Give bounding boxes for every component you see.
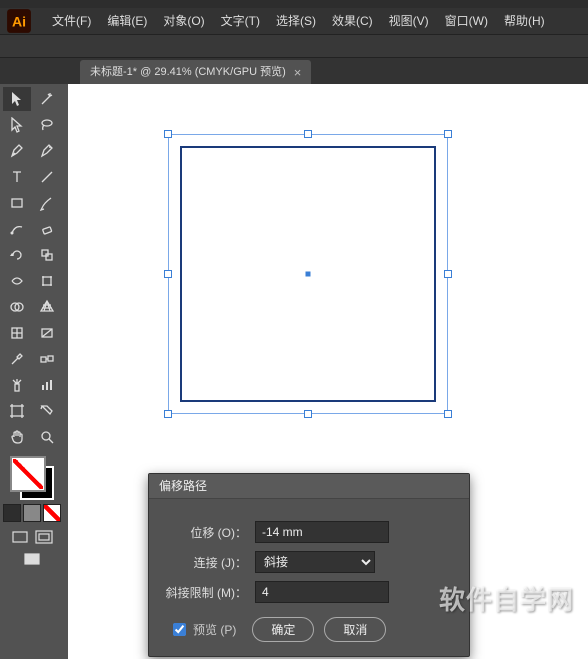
selected-artwork[interactable]	[168, 134, 448, 414]
menu-window[interactable]: 窗口(W)	[437, 8, 496, 34]
line-tool[interactable]	[33, 165, 61, 189]
menu-view[interactable]: 视图(V)	[381, 8, 437, 34]
join-label: 连接 (J)：	[159, 554, 247, 571]
menu-type[interactable]: 文字(T)	[213, 8, 268, 34]
menu-effect[interactable]: 效果(C)	[324, 8, 381, 34]
handle-se[interactable]	[444, 410, 452, 418]
dialog-title: 偏移路径	[149, 474, 469, 499]
magic-wand-tool[interactable]	[33, 87, 61, 111]
gradient-tool[interactable]	[33, 321, 61, 345]
offset-path-dialog: 偏移路径 位移 (O)： 连接 (J)： 斜接 斜接限制 (M)：	[148, 473, 470, 657]
screen-mode-full[interactable]	[35, 530, 53, 544]
color-mode-none[interactable]	[43, 504, 61, 522]
join-select[interactable]: 斜接	[255, 551, 375, 573]
shaper-tool[interactable]	[3, 217, 31, 241]
pen-tool[interactable]	[3, 139, 31, 163]
menu-file[interactable]: 文件(F)	[44, 8, 99, 34]
handle-ne[interactable]	[444, 130, 452, 138]
menu-edit[interactable]: 编辑(E)	[99, 8, 155, 34]
offset-label: 位移 (O)：	[159, 524, 247, 541]
color-mode-gradient[interactable]	[23, 504, 41, 522]
close-icon[interactable]: ×	[294, 66, 302, 79]
handle-nw[interactable]	[164, 130, 172, 138]
tab-title: 未标题-1* @ 29.41% (CMYK/GPU 预览)	[90, 60, 286, 84]
paintbrush-tool[interactable]	[33, 191, 61, 215]
shape-builder-tool[interactable]	[3, 295, 31, 319]
rectangle-tool[interactable]	[3, 191, 31, 215]
menu-object[interactable]: 对象(O)	[155, 8, 212, 34]
screen-mode-presentation[interactable]	[23, 552, 41, 566]
titlebar	[0, 0, 588, 8]
preview-label: 预览 (P)	[193, 621, 236, 638]
menu-help[interactable]: 帮助(H)	[496, 8, 553, 34]
symbol-sprayer-tool[interactable]	[3, 373, 31, 397]
perspective-grid-tool[interactable]	[33, 295, 61, 319]
preview-checkbox-label[interactable]: 预览 (P)	[169, 620, 236, 639]
handle-s[interactable]	[304, 410, 312, 418]
tab-bar: 未标题-1* @ 29.41% (CMYK/GPU 预览) ×	[0, 58, 588, 84]
control-bar	[0, 35, 588, 58]
ok-button[interactable]: 确定	[252, 617, 314, 642]
lasso-tool[interactable]	[33, 113, 61, 137]
hand-tool[interactable]	[3, 425, 31, 449]
type-tool[interactable]	[3, 165, 31, 189]
free-transform-tool[interactable]	[33, 269, 61, 293]
scale-tool[interactable]	[33, 243, 61, 267]
toolbox	[0, 84, 68, 659]
selection-tool[interactable]	[3, 87, 31, 111]
workspace: 偏移路径 位移 (O)： 连接 (J)： 斜接 斜接限制 (M)：	[0, 84, 588, 659]
handle-sw[interactable]	[164, 410, 172, 418]
canvas[interactable]: 偏移路径 位移 (O)： 连接 (J)： 斜接 斜接限制 (M)：	[68, 84, 588, 659]
miter-input[interactable]	[255, 581, 389, 603]
slice-tool[interactable]	[33, 399, 61, 423]
app-logo-icon: Ai	[6, 8, 32, 34]
menu-select[interactable]: 选择(S)	[268, 8, 324, 34]
blend-tool[interactable]	[33, 347, 61, 371]
offset-input[interactable]	[255, 521, 389, 543]
handle-e[interactable]	[444, 270, 452, 278]
width-tool[interactable]	[3, 269, 31, 293]
rotate-tool[interactable]	[3, 243, 31, 267]
mesh-tool[interactable]	[3, 321, 31, 345]
cancel-button[interactable]: 取消	[324, 617, 386, 642]
handle-n[interactable]	[304, 130, 312, 138]
eraser-tool[interactable]	[33, 217, 61, 241]
handle-w[interactable]	[164, 270, 172, 278]
zoom-tool[interactable]	[33, 425, 61, 449]
preview-checkbox[interactable]	[173, 623, 186, 636]
color-selector[interactable]	[2, 456, 62, 568]
artboard-tool[interactable]	[3, 399, 31, 423]
menubar: Ai 文件(F) 编辑(E) 对象(O) 文字(T) 选择(S) 效果(C) 视…	[0, 8, 588, 35]
curvature-tool[interactable]	[33, 139, 61, 163]
column-graph-tool[interactable]	[33, 373, 61, 397]
svg-text:Ai: Ai	[12, 13, 26, 29]
direct-selection-tool[interactable]	[3, 113, 31, 137]
fill-color-swatch[interactable]	[10, 456, 46, 492]
watermark-sub: RJZXW.COM	[496, 620, 574, 631]
screen-mode-normal[interactable]	[11, 530, 29, 544]
center-point-icon	[306, 272, 311, 277]
eyedropper-tool[interactable]	[3, 347, 31, 371]
document-tab[interactable]: 未标题-1* @ 29.41% (CMYK/GPU 预览) ×	[80, 60, 311, 84]
miter-label: 斜接限制 (M)：	[159, 584, 247, 601]
color-mode-solid[interactable]	[3, 504, 21, 522]
